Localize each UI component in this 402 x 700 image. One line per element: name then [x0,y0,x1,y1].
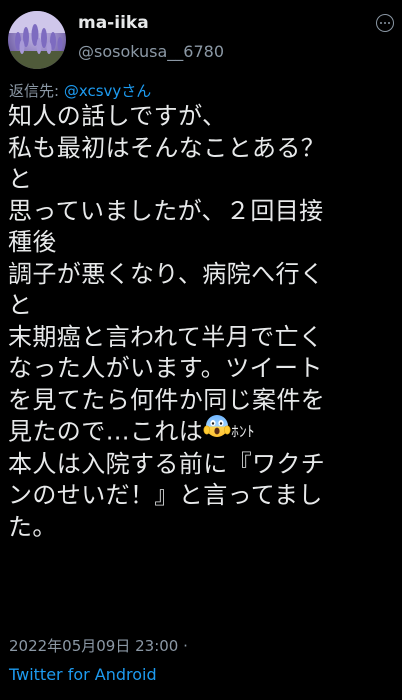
tweet-line: ンのせいだ！』と言ってまし [8,481,323,509]
tweet-line: 思っていましたが、２回目接 [8,196,324,225]
reply-mention-link[interactable]: @xcsvyさん [64,82,151,100]
tweet-line: なった人がいます。ツイート [8,354,323,382]
tweet-line: 私も最初はそんなことある？ [8,133,326,162]
user-handle[interactable]: @sosokusa__6780 [78,42,224,61]
emoji-suffix-text: ﾎﾝﾄ [231,422,255,441]
tweet-line: 本人は入院する前に『ワクチ [8,449,326,478]
tweet-line-text: 見たので…これは [8,417,204,446]
tweet-line: 種後 [8,228,57,256]
tweet-line: と [8,291,33,319]
reply-to-label: 返信先: [9,82,64,100]
tweet-source-link[interactable]: Twitter for Android [9,665,157,684]
face-screaming-in-fear-icon [203,412,231,449]
reply-to-line: 返信先: @xcsvyさん [9,80,151,101]
more-options-icon[interactable] [376,14,394,32]
tweet-line: た。 [8,512,57,541]
display-name[interactable]: ma-iika [78,13,149,33]
tweet-timestamp[interactable]: 2022年05月09日 23:00 · [9,635,188,656]
tweet-line: 知人の話しですが、 [8,102,227,130]
tweet-line-with-emoji: 見たので…これは ﾎﾝﾄ [8,415,398,449]
tweet-line: 調子が悪くなり、病院へ行く [8,259,325,288]
tweet-line: 末期癌と言われて半月で亡く [8,322,324,351]
tweet-line: と [8,165,33,193]
avatar[interactable] [8,11,66,69]
tweet-text: 知人の話しですが、 私も最初はそんなことある？ と 思っていましたが、２回目接 … [8,101,398,543]
